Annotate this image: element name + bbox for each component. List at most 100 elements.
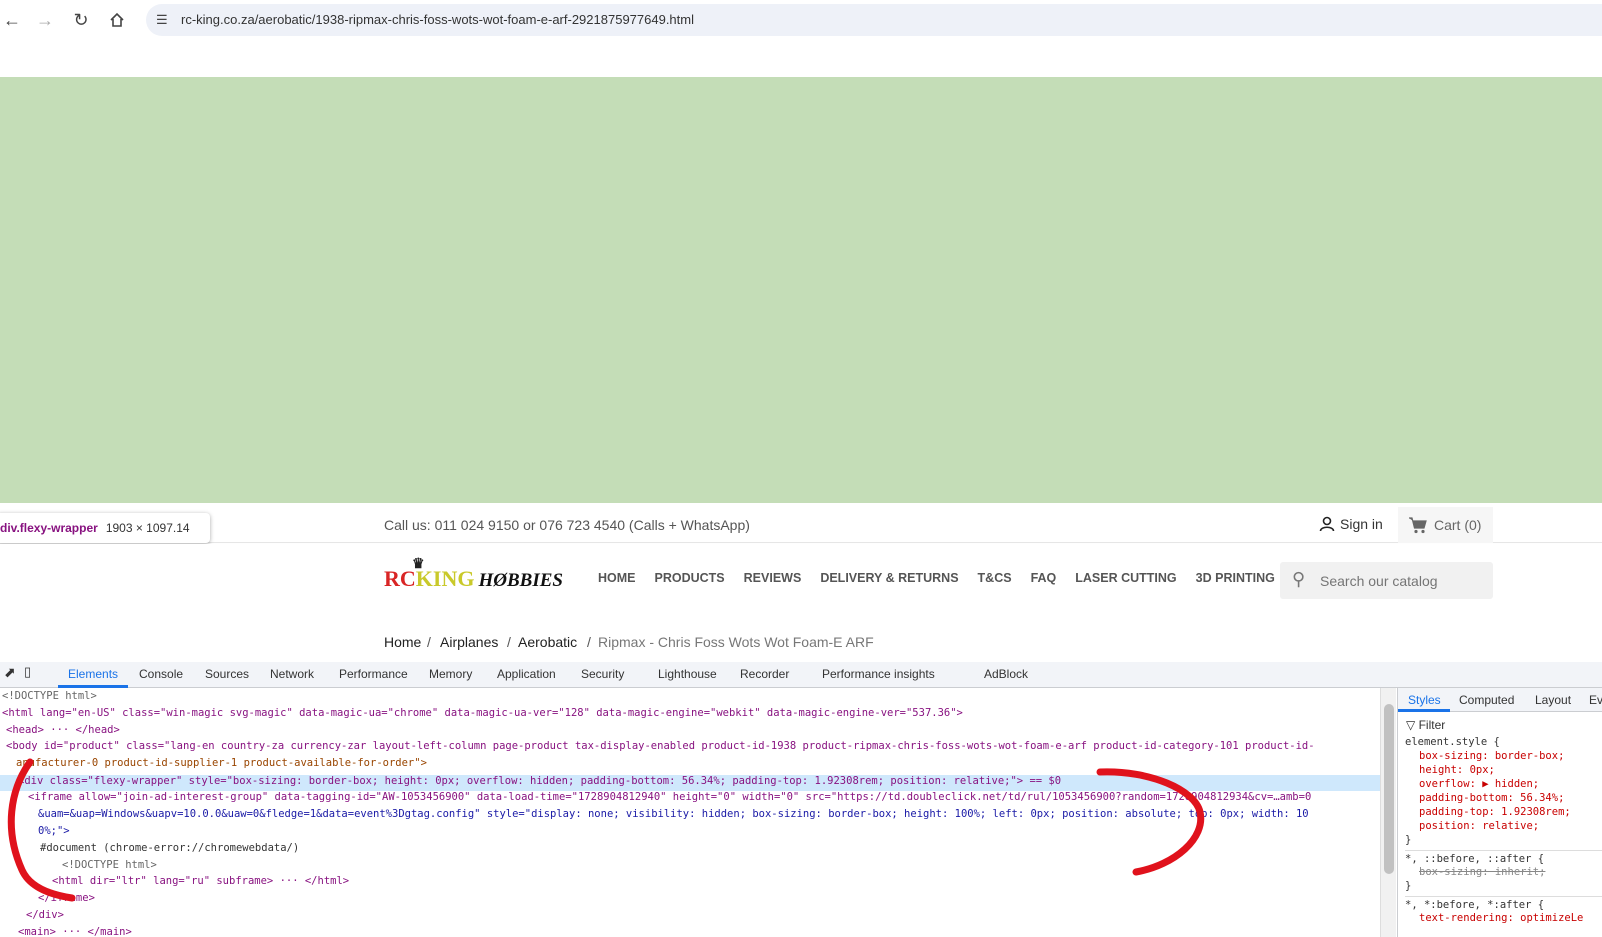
- tab-computed[interactable]: Computed: [1459, 693, 1514, 707]
- scroll-thumb[interactable]: [1384, 704, 1394, 874]
- logo-hobbies: HØBBIES: [478, 570, 563, 591]
- signin-label: Sign in: [1340, 516, 1383, 532]
- breadcrumb-separator: /: [507, 634, 511, 650]
- url-text: rc-king.co.za/aerobatic/1938-ripmax-chri…: [181, 12, 694, 27]
- dom-line-selected[interactable]: <div class="flexy-wrapper" style="box-si…: [18, 773, 1061, 790]
- menu-item-3d-printing[interactable]: 3D PRINTING: [1196, 571, 1275, 585]
- site-header: RCKING HØBBIES ♛ HOME PRODUCTS REVIEWS DE…: [0, 544, 1602, 614]
- breadcrumb-aerobatic[interactable]: Aerobatic: [518, 634, 577, 650]
- menu-item-products[interactable]: PRODUCTS: [655, 571, 725, 585]
- style-rule-selector: *, ::before, ::after {: [1405, 850, 1602, 865]
- dom-line[interactable]: </div>: [26, 907, 64, 924]
- breadcrumb-separator: /: [587, 634, 591, 650]
- tab-performance-insights[interactable]: Performance insights: [822, 667, 935, 681]
- tab-console[interactable]: Console: [139, 667, 183, 681]
- dom-line[interactable]: <main> ··· </main>: [18, 924, 132, 937]
- flexy-wrapper-placeholder: [0, 77, 1602, 503]
- filter-icon: ▽: [1406, 718, 1416, 732]
- dom-line[interactable]: <iframe allow="join-ad-interest-group" d…: [28, 789, 1311, 806]
- search-input[interactable]: [1318, 562, 1488, 599]
- address-bar[interactable]: ☰ rc-king.co.za/aerobatic/1938-ripmax-ch…: [146, 4, 1602, 36]
- dom-line[interactable]: 0%;">: [38, 823, 70, 840]
- device-toolbar-icon[interactable]: ▯: [24, 664, 31, 680]
- dom-line[interactable]: <html lang="en-US" class="win-magic svg-…: [2, 705, 963, 722]
- style-declaration[interactable]: text-rendering: optimizeLe: [1419, 912, 1583, 924]
- dom-line[interactable]: <!DOCTYPE html>: [62, 857, 157, 874]
- home-icon[interactable]: [105, 8, 129, 32]
- styles-panel: Styles Computed Layout Ev ▽ Filter eleme…: [1397, 688, 1602, 937]
- dom-line[interactable]: <!DOCTYPE html>: [2, 688, 97, 705]
- style-rule-selector: *, *:before, *:after {: [1405, 896, 1602, 911]
- style-declaration[interactable]: box-sizing: border-box;: [1419, 750, 1564, 762]
- styles-tabbar: Styles Computed Layout Ev: [1398, 688, 1602, 712]
- menu-item-home[interactable]: HOME: [598, 571, 636, 585]
- dom-line[interactable]: <html dir="ltr" lang="ru" subframe> ··· …: [52, 873, 349, 890]
- search-box: ⚲: [1280, 562, 1493, 599]
- menu-item-laser-cutting[interactable]: LASER CUTTING: [1075, 571, 1176, 585]
- tab-layout[interactable]: Layout: [1535, 693, 1571, 707]
- style-declaration[interactable]: padding-top: 1.92308rem;: [1419, 806, 1571, 818]
- elements-scrollbar[interactable]: [1380, 688, 1396, 937]
- breadcrumb-airplanes[interactable]: Airplanes: [440, 634, 498, 650]
- tab-memory[interactable]: Memory: [429, 667, 472, 681]
- breadcrumb: Home / Airplanes / Aerobatic / Ripmax - …: [0, 614, 1602, 664]
- styles-filter[interactable]: ▽ Filter: [1406, 718, 1445, 732]
- menu-item-tcs[interactable]: T&CS: [978, 571, 1012, 585]
- style-rule-close: }: [1405, 834, 1412, 846]
- breadcrumb-home[interactable]: Home: [384, 634, 421, 650]
- style-declaration[interactable]: overflow: ▶ hidden;: [1419, 778, 1539, 790]
- search-icon[interactable]: ⚲: [1292, 569, 1305, 590]
- signin-link[interactable]: Sign in: [1318, 515, 1383, 533]
- logo-rc: RC: [384, 566, 416, 591]
- style-declaration[interactable]: height: 0px;: [1419, 764, 1495, 776]
- filter-label: Filter: [1418, 718, 1446, 732]
- tab-network[interactable]: Network: [270, 667, 314, 681]
- tab-security[interactable]: Security: [581, 667, 624, 681]
- dom-line[interactable]: &uam=&uap=Windows&uapv=10.0.0&uaw=0&fled…: [38, 806, 1309, 823]
- tune-icon[interactable]: ☰: [156, 12, 168, 28]
- tab-application[interactable]: Application: [497, 667, 556, 681]
- tab-lighthouse[interactable]: Lighthouse: [658, 667, 717, 681]
- tab-event-listeners[interactable]: Ev: [1589, 693, 1602, 707]
- dom-line[interactable]: <head> ··· </head>: [6, 722, 120, 739]
- site-logo[interactable]: RCKING HØBBIES ♛: [384, 557, 563, 592]
- cart-button[interactable]: Cart (0): [1398, 507, 1493, 543]
- tab-performance[interactable]: Performance: [339, 667, 408, 681]
- menu-item-faq[interactable]: FAQ: [1031, 571, 1057, 585]
- user-icon: [1319, 516, 1335, 532]
- devtools-tabbar: ⬈ ▯ Elements Console Sources Network Per…: [0, 662, 1602, 688]
- menu-item-delivery[interactable]: DELIVERY & RETURNS: [820, 571, 958, 585]
- tab-adblock[interactable]: AdBlock: [984, 667, 1028, 681]
- inspect-tooltip: div.flexy-wrapper 1903 × 1097.14: [0, 513, 210, 543]
- tooltip-selector: div.flexy-wrapper: [0, 521, 98, 535]
- dom-line[interactable]: <body id="product" class="lang-en countr…: [6, 738, 1315, 755]
- tab-recorder[interactable]: Recorder: [740, 667, 789, 681]
- style-declaration[interactable]: padding-bottom: 56.34%;: [1419, 792, 1564, 804]
- dom-line[interactable]: </iframe>: [38, 890, 95, 907]
- style-declaration[interactable]: position: relative;: [1419, 820, 1539, 832]
- crown-icon: ♛: [412, 557, 425, 572]
- contact-phone-text: Call us: 011 024 9150 or 076 723 4540 (C…: [384, 517, 750, 533]
- reload-icon[interactable]: ↻: [69, 8, 93, 32]
- browser-toolbar: ← → ↻ ☰ rc-king.co.za/aerobatic/1938-rip…: [0, 0, 1602, 40]
- cart-label: Cart (0): [1434, 517, 1482, 533]
- arrow-right-icon[interactable]: →: [33, 8, 57, 32]
- inspect-element-icon[interactable]: ⬈: [4, 664, 16, 681]
- arrow-left-icon[interactable]: ←: [0, 8, 24, 32]
- style-rule-close: }: [1405, 880, 1412, 892]
- site-top-bar: Call us: 011 024 9150 or 076 723 4540 (C…: [0, 503, 1602, 543]
- tooltip-size: 1903 × 1097.14: [105, 521, 190, 535]
- elements-panel: <!DOCTYPE html> <html lang="en-US" class…: [0, 688, 1380, 937]
- tab-sources[interactable]: Sources: [205, 667, 249, 681]
- dom-line[interactable]: anufacturer-0 product-id-supplier-1 prod…: [16, 755, 427, 772]
- logo-king: KING: [415, 566, 475, 591]
- tab-elements[interactable]: Elements: [68, 667, 118, 681]
- tab-styles[interactable]: Styles: [1408, 693, 1441, 707]
- cart-icon: [1409, 517, 1427, 534]
- breadcrumb-separator: /: [427, 634, 431, 650]
- active-styles-tab-indicator: [1398, 709, 1450, 712]
- style-declaration-overridden[interactable]: box-sizing: inherit;: [1419, 866, 1545, 878]
- menu-item-reviews[interactable]: REVIEWS: [744, 571, 802, 585]
- breadcrumb-current: Ripmax - Chris Foss Wots Wot Foam-E ARF: [598, 634, 874, 650]
- dom-line[interactable]: #document (chrome-error://chromewebdata/…: [40, 840, 299, 857]
